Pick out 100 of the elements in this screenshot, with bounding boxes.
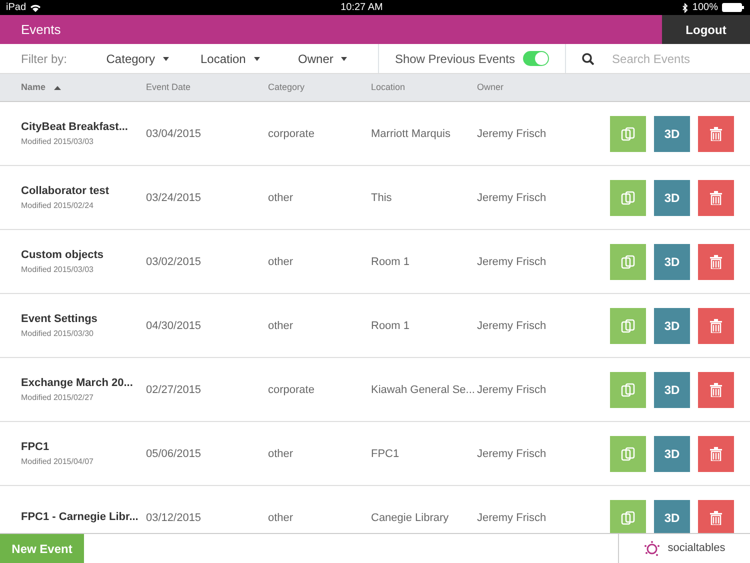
- filter-label: Filter by:: [20, 50, 68, 68]
- delete-button[interactable]: [698, 308, 734, 344]
- column-header[interactable]: Event Date: [146, 80, 191, 94]
- column-header[interactable]: Category: [268, 80, 305, 94]
- bluetooth-icon: [682, 2, 688, 12]
- caret-icon: [341, 56, 348, 60]
- page-title: Events: [20, 20, 61, 39]
- event-category: other: [268, 512, 294, 524]
- event-owner: Jeremy Frisch: [477, 448, 546, 460]
- 3d-view-button[interactable]: 3D: [654, 372, 690, 408]
- column-header[interactable]: Name: [21, 80, 46, 94]
- wifi-icon: [30, 4, 42, 12]
- 3d-view-button[interactable]: 3D: [654, 308, 690, 344]
- copy-button[interactable]: [610, 116, 646, 152]
- event-name[interactable]: Event Settings: [21, 311, 141, 328]
- logout-button[interactable]: Logout: [662, 15, 750, 44]
- device-label: iPad: [6, 1, 26, 15]
- copy-icon: [621, 446, 635, 460]
- event-name[interactable]: CityBeat Breakfast...: [21, 119, 141, 136]
- event-location: Marriott Marquis: [371, 128, 450, 140]
- 3d-view-button[interactable]: 3D: [654, 244, 690, 280]
- new-event-button[interactable]: New Event: [0, 534, 84, 563]
- trash-icon: [710, 190, 722, 204]
- event-owner: Jeremy Frisch: [477, 512, 546, 524]
- copy-button[interactable]: [610, 308, 646, 344]
- search-field[interactable]: Search Events: [610, 48, 750, 68]
- event-date: 03/12/2015: [146, 512, 202, 524]
- sort-arrow-icon: [54, 86, 61, 90]
- filter-dropdown[interactable]: Owner: [298, 50, 348, 68]
- trash-icon: [710, 254, 722, 268]
- event-date: 03/02/2015: [146, 256, 202, 268]
- event-location: Room 1: [371, 320, 410, 332]
- copy-icon: [621, 190, 635, 204]
- event-location: Room 1: [371, 256, 410, 268]
- event-location: Canegie Library: [371, 512, 449, 524]
- event-date: 03/24/2015: [146, 192, 202, 204]
- 3d-view-button[interactable]: 3D: [654, 436, 690, 472]
- filter-dropdown[interactable]: Location: [200, 50, 260, 68]
- trash-icon: [710, 318, 722, 332]
- event-name[interactable]: FPC1: [21, 439, 141, 456]
- copy-button[interactable]: [610, 500, 646, 533]
- event-location: FPC1: [371, 448, 400, 460]
- 3d-view-button[interactable]: 3D: [654, 180, 690, 216]
- delete-button[interactable]: [698, 372, 734, 408]
- toggle-switch[interactable]: [523, 51, 550, 66]
- modified-date: Modified 2015/02/27: [21, 392, 94, 404]
- delete-button[interactable]: [698, 436, 734, 472]
- event-category: other: [268, 256, 294, 268]
- event-name[interactable]: Custom objects: [21, 247, 141, 264]
- copy-button[interactable]: [610, 372, 646, 408]
- copy-icon: [621, 382, 635, 396]
- copy-icon: [621, 318, 635, 332]
- event-category: corporate: [268, 384, 314, 396]
- 3d-view-button[interactable]: 3D: [654, 500, 690, 533]
- event-category: corporate: [268, 128, 314, 140]
- modified-date: Modified 2015/03/03: [21, 264, 94, 276]
- 3d-view-button[interactable]: 3D: [654, 116, 690, 152]
- event-owner: Jeremy Frisch: [477, 384, 546, 396]
- event-location: Kiawah General Se...: [371, 384, 475, 396]
- event-date: 02/27/2015: [146, 384, 202, 396]
- event-name[interactable]: FPC1 - Carnegie Libr...: [21, 509, 141, 526]
- copy-button[interactable]: [610, 180, 646, 216]
- event-owner: Jeremy Frisch: [477, 256, 546, 268]
- modified-date: Modified 2015/03/03: [21, 136, 94, 148]
- logo-icon: [644, 540, 660, 556]
- event-date: 05/06/2015: [146, 448, 202, 460]
- delete-button[interactable]: [698, 244, 734, 280]
- copy-icon: [621, 254, 635, 268]
- copy-button[interactable]: [610, 244, 646, 280]
- event-location: This: [371, 192, 392, 204]
- delete-button[interactable]: [698, 116, 734, 152]
- column-header[interactable]: Location: [371, 80, 406, 94]
- event-category: other: [268, 320, 294, 332]
- caret-icon: [162, 56, 169, 60]
- copy-button[interactable]: [610, 436, 646, 472]
- toggle-label: Show Previous Events: [394, 50, 516, 68]
- battery-percent: 100%: [692, 1, 718, 15]
- trash-icon: [710, 510, 722, 524]
- status-time: 10:27 AM: [340, 1, 383, 15]
- modified-date: Modified 2015/02/24: [21, 200, 94, 212]
- event-name[interactable]: Exchange March 20...: [21, 375, 141, 392]
- event-name[interactable]: Collaborator test: [21, 183, 141, 200]
- event-owner: Jeremy Frisch: [477, 192, 546, 204]
- event-date: 03/04/2015: [146, 128, 202, 140]
- battery-icon: [722, 3, 744, 12]
- search-icon: [582, 52, 594, 64]
- delete-button[interactable]: [698, 180, 734, 216]
- copy-icon: [621, 126, 635, 140]
- trash-icon: [710, 126, 722, 140]
- event-category: other: [268, 448, 294, 460]
- event-category: other: [268, 192, 294, 204]
- filter-dropdown[interactable]: Category: [106, 50, 169, 68]
- event-owner: Jeremy Frisch: [477, 128, 546, 140]
- modified-date: Modified 2015/04/07: [21, 456, 94, 468]
- modified-date: Modified 2015/03/30: [21, 328, 94, 340]
- event-date: 04/30/2015: [146, 320, 202, 332]
- trash-icon: [710, 446, 722, 460]
- caret-icon: [254, 56, 260, 60]
- column-header[interactable]: Owner: [477, 80, 504, 94]
- delete-button[interactable]: [698, 500, 734, 533]
